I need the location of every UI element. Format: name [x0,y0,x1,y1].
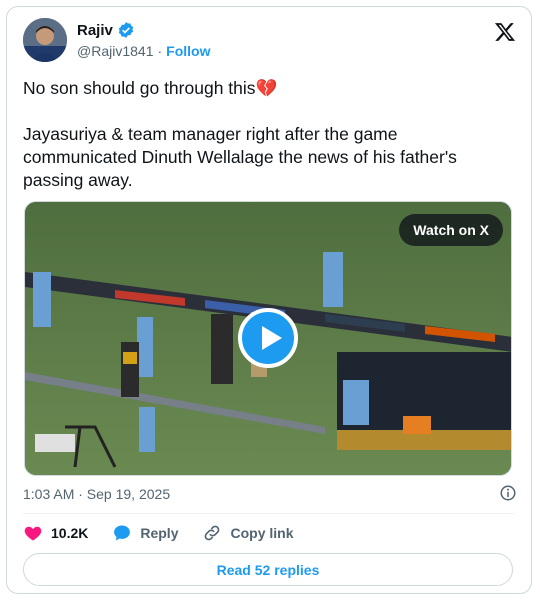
like-button[interactable]: 10.2K [23,523,88,543]
avatar[interactable] [23,18,67,62]
author-name-row: Rajiv [77,21,135,39]
author-handle[interactable]: @Rajiv1841 [77,43,153,59]
link-icon [205,525,220,541]
divider [23,513,515,514]
x-logo-icon[interactable] [494,21,516,43]
tweet-timestamp[interactable]: 1:03 AM · Sep 19, 2025 [23,486,170,502]
action-bar: 10.2K Reply Copy link [23,523,318,543]
play-icon[interactable] [238,308,298,368]
copy-link-button[interactable]: Copy link [202,523,294,543]
like-count: 10.2K [51,525,89,541]
video-player[interactable]: Watch on X [24,201,512,476]
reply-button[interactable]: Reply [112,523,178,543]
heart-icon [24,526,42,541]
read-replies-button[interactable]: Read 52 replies [23,553,513,586]
watch-on-x-button[interactable]: Watch on X [399,214,503,246]
verified-badge-icon [118,22,133,38]
tweet-text: No son should go through this💔 Jayasuriy… [23,77,513,192]
copy-link-label: Copy link [230,525,294,541]
tweet-text-line-2: Jayasuriya & team manager right after th… [23,124,457,190]
info-icon[interactable] [499,484,517,502]
speech-bubble-icon [114,525,131,541]
author-handle-row: @Rajiv1841 · Follow [77,43,210,59]
tweet-text-line-1: No son should go through this💔 [23,78,278,98]
author-name[interactable]: Rajiv [77,22,113,39]
follow-button[interactable]: Follow [166,43,210,59]
handle-separator: · [157,43,163,59]
reply-label: Reply [140,525,179,541]
tweet-card[interactable]: Rajiv @Rajiv1841 · Follow No son should … [6,6,532,594]
